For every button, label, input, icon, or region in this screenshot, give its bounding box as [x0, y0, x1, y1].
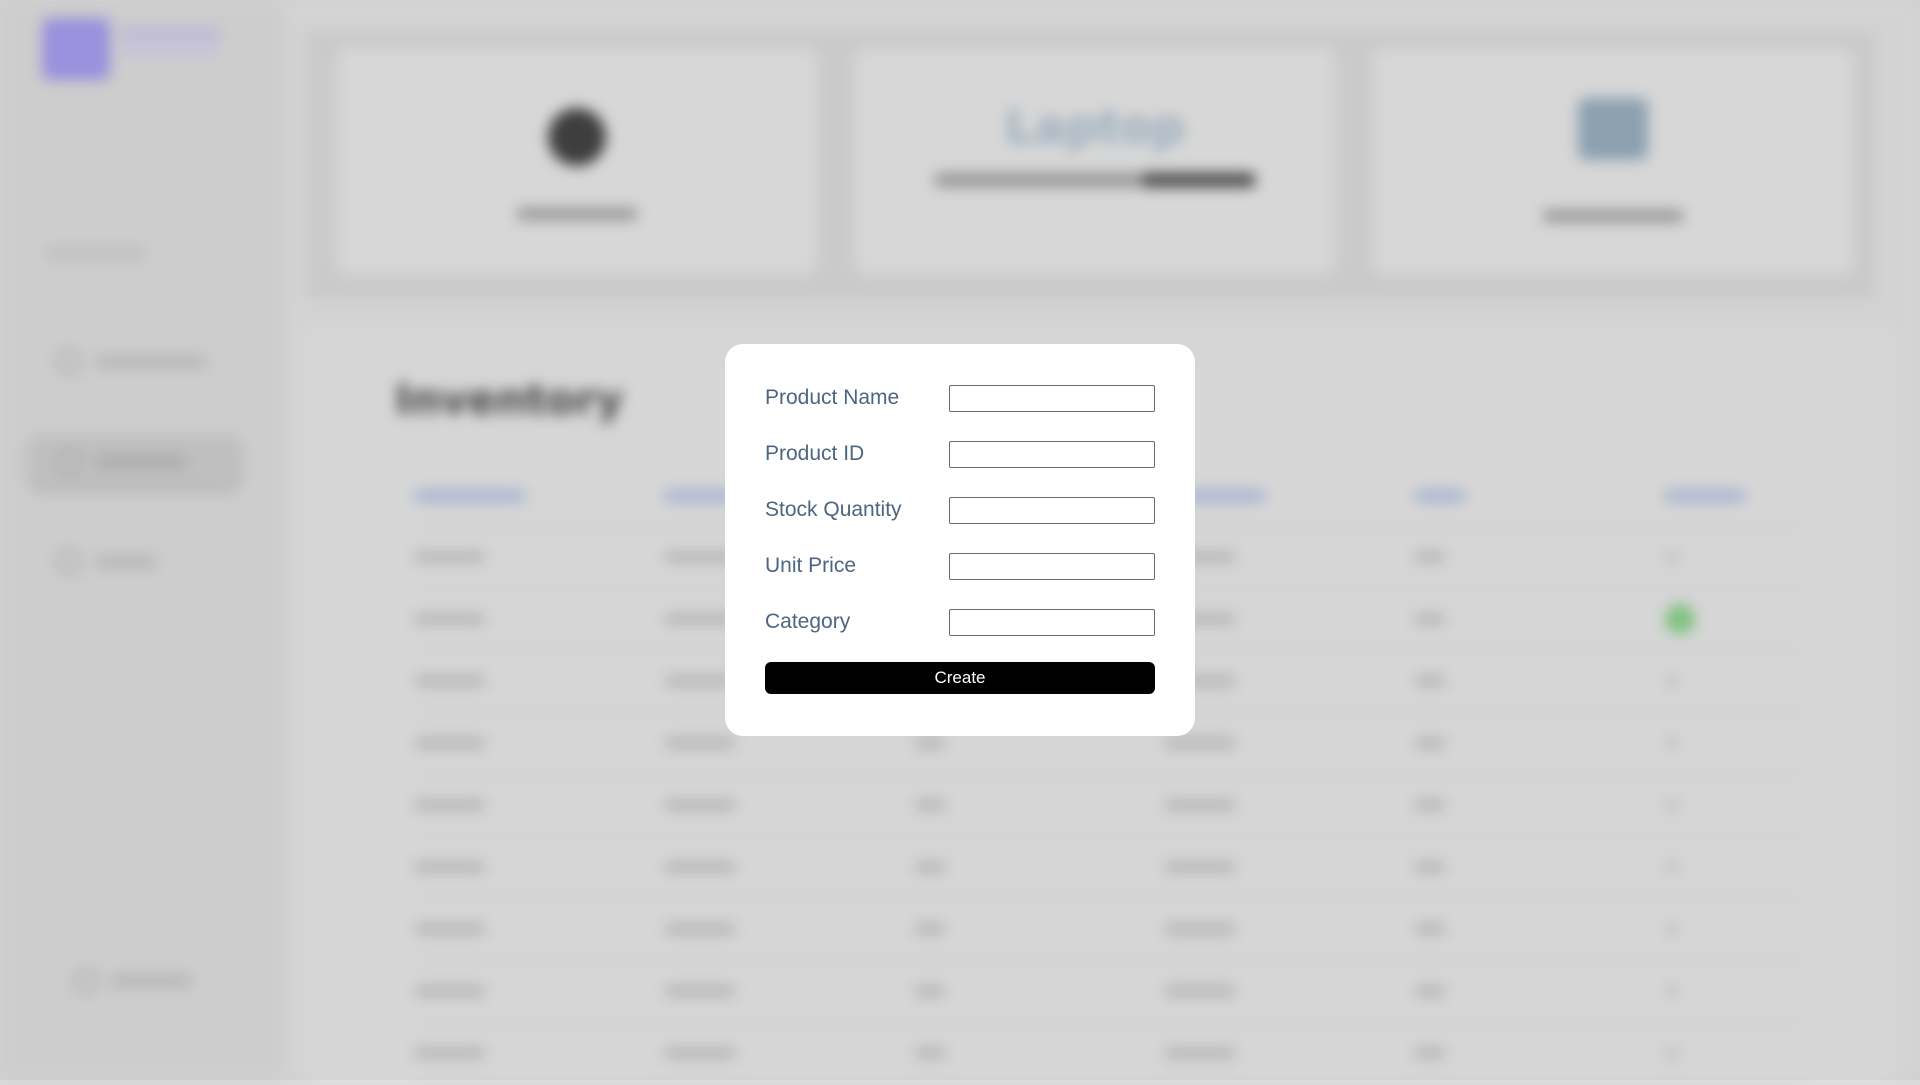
product-id-label: Product ID: [765, 442, 865, 465]
product-name-input[interactable]: [949, 384, 1155, 412]
create-product-dialog: Product Name Product ID Stock Quantity U…: [725, 344, 1195, 736]
product-name-row: Product Name: [765, 384, 1155, 412]
category-label: Category: [765, 610, 851, 633]
unit-price-label: Unit Price: [765, 554, 857, 577]
unit-price-input[interactable]: [949, 552, 1155, 580]
stock-quantity-row: Stock Quantity: [765, 496, 1155, 524]
product-id-input[interactable]: [949, 440, 1155, 468]
unit-price-row: Unit Price: [765, 552, 1155, 580]
stock-quantity-label: Stock Quantity: [765, 498, 902, 521]
stock-quantity-input[interactable]: [949, 496, 1155, 524]
category-row: Category: [765, 608, 1155, 636]
product-id-row: Product ID: [765, 440, 1155, 468]
category-input[interactable]: [949, 608, 1155, 636]
create-button[interactable]: Create: [765, 662, 1155, 694]
product-name-label: Product Name: [765, 386, 900, 409]
